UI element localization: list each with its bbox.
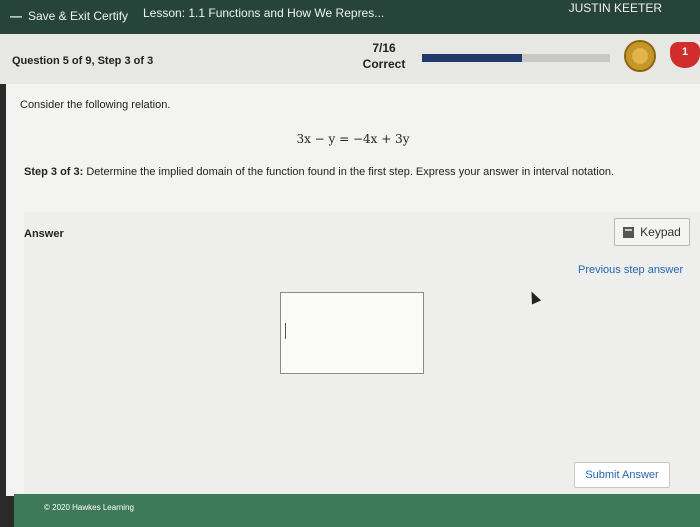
top-bar: — Save & Exit Certify Lesson: 1.1 Functi…	[0, 0, 700, 34]
copyright-text: © 2020 Hawkes Learning	[44, 503, 134, 512]
heart-icon: 1	[670, 42, 700, 68]
medal-icon[interactable]	[624, 40, 656, 72]
user-name: JUSTIN KEETER	[568, 1, 662, 15]
mouse-cursor-icon	[526, 289, 542, 305]
answer-area: Answer Keypad Previous step answer Submi…	[24, 212, 700, 496]
text-caret	[285, 323, 286, 339]
step-text: Determine the implied domain of the func…	[86, 166, 615, 178]
progress-fill	[422, 54, 522, 62]
hearts-count: 1	[681, 46, 689, 58]
question-panel: Consider the following relation. 3x − y …	[6, 84, 700, 496]
progress-bar	[422, 54, 610, 62]
calculator-icon	[623, 226, 635, 238]
footer: © 2020 Hawkes Learning	[14, 494, 700, 527]
previous-step-answer-link[interactable]: Previous step answer	[578, 264, 683, 276]
lesson-title: Lesson: 1.1 Functions and How We Repres.…	[143, 6, 385, 20]
question-bar: Question 5 of 9, Step 3 of 3 7/16 Correc…	[0, 34, 700, 84]
keypad-button[interactable]: Keypad	[614, 218, 690, 246]
keypad-label: Keypad	[640, 225, 681, 239]
score-value: 7/16	[372, 41, 396, 55]
save-exit-label: Save & Exit Certify	[28, 9, 129, 23]
step-instructions: Step 3 of 3: Determine the implied domai…	[24, 166, 615, 178]
step-label: Step 3 of 3	[24, 166, 80, 178]
save-exit-button[interactable]: — Save & Exit Certify	[10, 9, 128, 23]
score-display: 7/16 Correct	[360, 40, 408, 72]
question-prompt: Consider the following relation.	[20, 99, 171, 111]
question-title: Question 5 of 9, Step 3 of 3	[12, 55, 154, 67]
equation: 3x − y = −4x + 3y	[296, 132, 410, 146]
arrow-left-icon: —	[10, 9, 22, 23]
submit-answer-button[interactable]: Submit Answer	[574, 462, 670, 488]
answer-label: Answer	[24, 228, 64, 240]
score-status: Correct	[362, 57, 406, 71]
answer-input[interactable]	[280, 292, 424, 374]
